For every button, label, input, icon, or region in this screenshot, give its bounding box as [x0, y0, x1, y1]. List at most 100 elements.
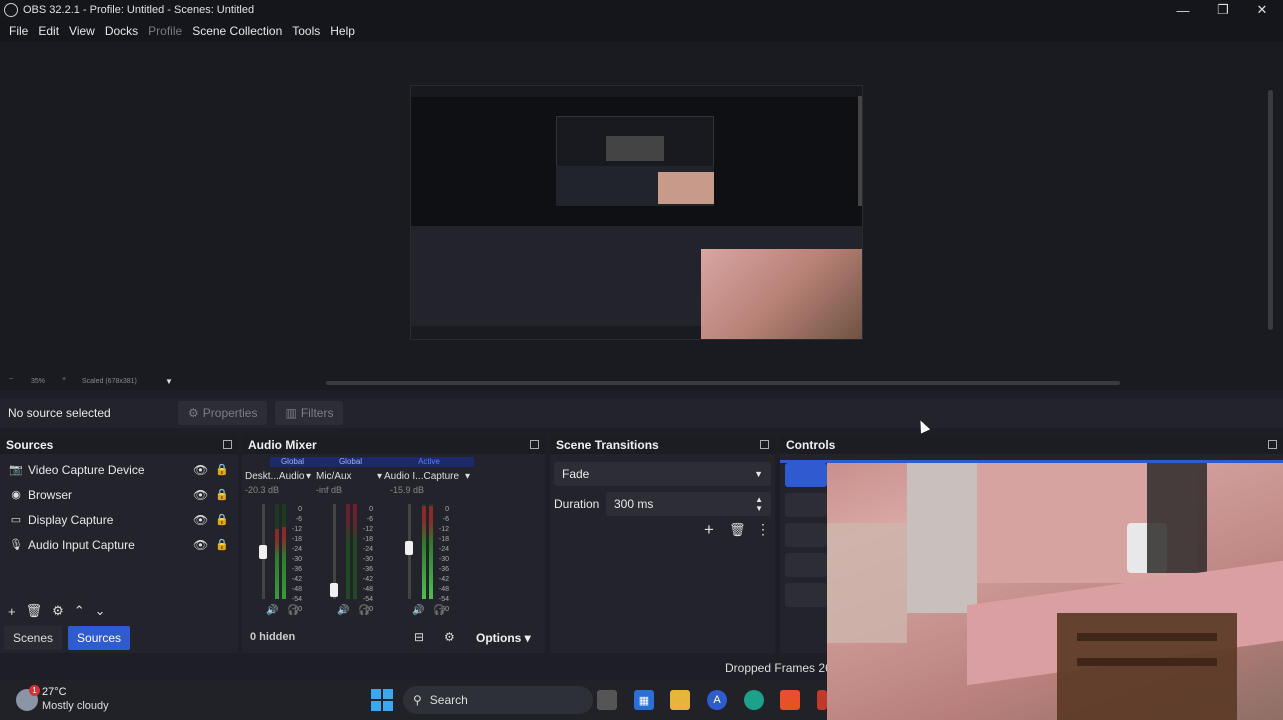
speaker-icon[interactable]: 🔊	[337, 605, 349, 616]
windows-start-icon[interactable]	[371, 689, 393, 711]
lock-icon[interactable]: 🔒	[215, 463, 229, 476]
level-meter	[429, 504, 433, 599]
menu-bar: File Edit View Docks Profile Scene Colle…	[0, 20, 1283, 42]
volume-slider-handle[interactable]	[405, 541, 413, 555]
tab-scenes[interactable]: Scenes	[4, 626, 63, 650]
title-bar: OBS 32.2.1 - Profile: Untitled - Scenes:…	[0, 0, 1283, 20]
properties-button[interactable]: ⚙ Properties	[178, 401, 268, 425]
obs-logo-icon	[4, 3, 18, 17]
lock-icon[interactable]: 🔒	[215, 488, 229, 501]
zoom-in-button[interactable]: +	[62, 376, 66, 383]
menu-docks[interactable]: Docks	[100, 24, 143, 38]
chevron-down-icon[interactable]: ▾	[377, 471, 382, 482]
brave-icon[interactable]	[780, 690, 800, 710]
studio-mode-button[interactable]	[785, 553, 827, 577]
zoom-dropdown-icon[interactable]: ▼	[165, 377, 173, 386]
close-button[interactable]: ✕	[1242, 0, 1282, 20]
zoom-bar: − 35% + Scaled (678x381) ▼	[0, 376, 1283, 390]
task-view-icon[interactable]	[597, 690, 617, 710]
minimize-button[interactable]: —	[1163, 0, 1203, 20]
undock-icon[interactable]	[1268, 440, 1277, 449]
undock-icon[interactable]	[530, 440, 539, 449]
channel-badge: Active	[384, 457, 474, 467]
add-icon[interactable]: +	[8, 604, 16, 619]
menu-help[interactable]: Help	[325, 24, 360, 38]
duration-spinbox[interactable]: 300 ms ▲ ▼	[606, 492, 771, 516]
program-preview[interactable]	[410, 85, 863, 340]
menu-file[interactable]: File	[4, 24, 33, 38]
menu-tools[interactable]: Tools	[287, 24, 325, 38]
headphones-icon[interactable]: 🎧	[433, 605, 445, 616]
sources-dock-header: Sources	[0, 435, 238, 454]
chair-rail-shape	[1077, 658, 1217, 666]
layout-icon[interactable]: ⊟	[414, 630, 424, 644]
settings-button[interactable]	[785, 583, 827, 607]
menu-scene-collection[interactable]: Scene Collection	[187, 24, 287, 38]
filter-icon: ▥	[285, 406, 297, 420]
eye-icon[interactable]: 👁	[193, 513, 208, 527]
transition-select[interactable]: Fade ▼	[554, 462, 771, 486]
speaker-icon[interactable]: 🔊	[266, 605, 278, 616]
volume-slider-handle[interactable]	[259, 545, 267, 559]
channel-db: -inf dB	[316, 485, 343, 495]
chevron-down-icon[interactable]: ▾	[306, 471, 311, 482]
edge-icon[interactable]	[744, 690, 764, 710]
lock-icon[interactable]: 🔒	[215, 538, 229, 551]
taskbar-search[interactable]: ⚲ Search	[403, 686, 593, 714]
door-shape	[907, 463, 977, 613]
level-meter	[346, 504, 350, 599]
start-streaming-button[interactable]	[785, 463, 827, 487]
duration-label: Duration	[554, 497, 600, 511]
app-icon-partial[interactable]	[817, 690, 827, 710]
add-transition-icon[interactable]: +	[704, 520, 714, 540]
zoom-out-button[interactable]: −	[9, 376, 13, 383]
db-scale: 0 -6 -12 -18 -24 -30 -36 -42 -48 -54 -60	[291, 506, 302, 613]
dropped-frames: Dropped Frames 26	[725, 661, 832, 675]
menu-profile[interactable]: Profile	[143, 24, 187, 38]
source-item[interactable]: 🎙 Audio Input Capture 👁 🔒	[0, 532, 238, 557]
store-icon[interactable]: ▦	[634, 690, 654, 710]
move-up-icon[interactable]: ⌃	[74, 603, 85, 619]
options-button[interactable]: Options ▾	[476, 631, 531, 645]
start-recording-button[interactable]	[785, 493, 827, 517]
eye-icon[interactable]: 👁	[193, 463, 208, 477]
menu-edit[interactable]: Edit	[33, 24, 64, 38]
channel-name[interactable]: Audio I...Capture ▾	[384, 467, 474, 482]
gear-icon[interactable]: ⚙	[52, 603, 64, 619]
channel-name[interactable]: Mic/Aux ▾	[316, 467, 386, 482]
level-meter	[422, 504, 426, 599]
eye-icon[interactable]: 👁	[193, 488, 208, 502]
source-item[interactable]: 📷 Video Capture Device 👁 🔒	[0, 457, 238, 482]
undock-icon[interactable]	[223, 440, 232, 449]
tab-sources[interactable]: Sources	[68, 626, 131, 650]
undock-icon[interactable]	[760, 440, 769, 449]
source-item[interactable]: ▭ Display Capture 👁 🔒	[0, 507, 238, 532]
chevron-down-icon[interactable]: ▾	[465, 471, 470, 482]
headphones-icon[interactable]: 🎧	[287, 605, 299, 616]
mixer-settings-icon[interactable]: ⚙	[444, 630, 455, 644]
source-item[interactable]: ◉ Browser 👁 🔒	[0, 482, 238, 507]
trash-icon[interactable]: 🗑	[26, 603, 43, 619]
taskbar: 1 27°C Mostly cloudy ⚲ Search	[0, 680, 827, 720]
menu-view[interactable]: View	[64, 24, 100, 38]
virtual-camera-button[interactable]	[785, 523, 827, 547]
trash-icon[interactable]: 🗑	[729, 522, 746, 538]
move-down-icon[interactable]: ⌄	[95, 603, 106, 619]
app-icon[interactable]: A	[707, 690, 727, 710]
wall-patch-shape	[827, 523, 907, 643]
volume-slider-handle[interactable]	[330, 583, 338, 597]
level-meter	[275, 504, 279, 599]
filters-button[interactable]: ▥ Filters	[275, 401, 344, 425]
preview-horizontal-scrollbar[interactable]	[326, 381, 1120, 385]
channel-name[interactable]: Deskt...Audio ▾	[245, 467, 315, 482]
lock-icon[interactable]: 🔒	[215, 513, 229, 526]
spin-arrows-icon[interactable]: ▲ ▼	[755, 495, 763, 513]
eye-icon[interactable]: 👁	[193, 538, 208, 552]
more-options-icon[interactable]: ⋮	[756, 521, 770, 538]
speaker-icon[interactable]: 🔊	[412, 605, 424, 616]
person-shape	[1147, 463, 1207, 573]
preview-vertical-scrollbar[interactable]	[1268, 90, 1273, 330]
headphones-icon[interactable]: 🎧	[358, 605, 370, 616]
file-explorer-icon[interactable]	[670, 690, 690, 710]
restore-button[interactable]: ❐	[1203, 0, 1243, 20]
